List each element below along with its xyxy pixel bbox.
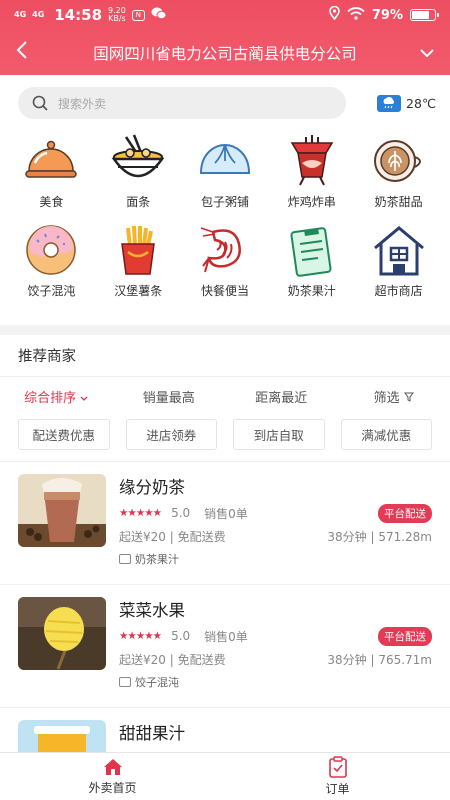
notification-icon: N: [131, 9, 145, 21]
category-noodles[interactable]: 面条: [95, 133, 182, 210]
category-grid: 美食 面条 包子粥铺 炸鸡炸串 奶茶甜品 饺子混沌 汉堡薯条 快餐便当 奶茶果汁…: [0, 123, 450, 299]
search-placeholder: 搜索外卖: [58, 96, 107, 111]
dropdown-button[interactable]: [408, 43, 434, 62]
signal-indicator-1: 4G: [14, 10, 27, 19]
category-juice[interactable]: 奶茶果汁: [268, 222, 355, 299]
sales-count: 销售0单: [204, 506, 248, 521]
chevron-left-icon: [16, 41, 27, 59]
search-icon: [32, 95, 48, 111]
category-fast-food[interactable]: 快餐便当: [182, 222, 269, 299]
nav-home[interactable]: 外卖首页: [0, 753, 225, 800]
location-icon: [329, 5, 340, 24]
rating-stars: ★★★★★: [119, 507, 162, 519]
cloche-icon: [25, 140, 78, 178]
rating-score: 5.0: [171, 629, 191, 643]
network-speed: 9.20 KB/s: [108, 6, 126, 23]
temperature: 28℃: [406, 95, 436, 111]
store-tag-icon: [119, 554, 131, 564]
nav-orders[interactable]: 订单: [225, 753, 450, 800]
house-icon: [373, 226, 424, 276]
min-order: 起送¥20 | 免配送费: [119, 529, 226, 544]
shrimp-icon: [200, 227, 241, 273]
fried-chicken-icon: [290, 135, 334, 186]
clipboard-icon: [290, 227, 332, 277]
sort-bar: 综合排序 销量最高 距离最近 筛选: [0, 377, 450, 415]
category-food[interactable]: 美食: [8, 133, 95, 210]
category-burgers[interactable]: 汉堡薯条: [95, 222, 182, 299]
header: 国网四川省电力公司古蔺县供电分公司: [0, 30, 450, 75]
shop-thumbnail: [18, 474, 106, 547]
signal-indicator-2: 4G: [32, 10, 45, 19]
latte-icon: [373, 140, 421, 182]
top-bar: 4G 4G 14:58 9.20 KB/s N 79% 国网四川省电力公司古蔺县…: [0, 0, 450, 75]
category-supermarket[interactable]: 超市商店: [355, 222, 442, 299]
sort-distance[interactable]: 距离最近: [225, 387, 338, 406]
search-input[interactable]: 搜索外卖: [18, 87, 346, 119]
shop-thumbnail: [18, 597, 106, 670]
rating-score: 5.0: [171, 506, 191, 520]
shop-card[interactable]: 缘分奶茶 ★★★★★ 5.0 销售0单 平台配送 起送¥20 | 免配送费 38…: [0, 461, 450, 584]
status-bar: 4G 4G 14:58 9.20 KB/s N 79%: [0, 0, 450, 30]
shop-card[interactable]: 菜菜水果 ★★★★★ 5.0 销售0单 平台配送 起送¥20 | 免配送费 38…: [0, 584, 450, 707]
rating-stars: ★★★★★: [119, 630, 162, 642]
chip-delivery-discount[interactable]: 配送费优惠: [18, 419, 110, 450]
wifi-icon: [347, 6, 365, 24]
shop-category-tag: 饺子混沌: [135, 676, 179, 689]
section-divider: [0, 325, 450, 335]
page-title[interactable]: 国网四川省电力公司古蔺县供电分公司: [42, 42, 408, 64]
delivery-distance: 38分钟 | 571.28m: [327, 529, 432, 544]
shop-name: 缘分奶茶: [119, 478, 185, 497]
section-title: 推荐商家: [0, 335, 450, 377]
chevron-down-icon: [80, 396, 88, 401]
home-icon: [103, 759, 122, 775]
battery-icon: [410, 9, 439, 21]
wechat-icon: [151, 7, 167, 24]
delivery-distance: 38分钟 | 765.71m: [327, 652, 432, 667]
bun-icon: [199, 143, 250, 174]
category-dumplings[interactable]: 饺子混沌: [8, 222, 95, 299]
category-fried-chicken[interactable]: 炸鸡炸串: [268, 133, 355, 210]
shop-name: 菜菜水果: [119, 601, 185, 620]
store-tag-icon: [119, 677, 131, 687]
delivery-badge: 平台配送: [378, 503, 432, 523]
sort-sales[interactable]: 销量最高: [113, 387, 226, 406]
category-buns[interactable]: 包子粥铺: [182, 133, 269, 210]
donut-icon: [26, 225, 77, 275]
shop-category-tag: 奶茶果汁: [135, 553, 179, 566]
fries-icon: [121, 225, 156, 275]
chip-coupon[interactable]: 进店领券: [125, 419, 217, 450]
rain-cloud-icon: [377, 94, 402, 112]
order-clipboard-icon: [328, 756, 347, 778]
search-row: 搜索外卖 28℃: [0, 75, 450, 123]
clock: 14:58: [54, 6, 103, 24]
bottom-nav: 外卖首页 订单: [0, 752, 450, 800]
weather-widget: 28℃: [377, 94, 436, 112]
chevron-down-icon: [420, 49, 434, 58]
back-button[interactable]: [16, 40, 42, 65]
min-order: 起送¥20 | 免配送费: [119, 652, 226, 667]
sort-filter[interactable]: 筛选: [338, 387, 450, 406]
battery-percent: 79%: [371, 7, 403, 23]
sort-comprehensive[interactable]: 综合排序: [0, 387, 113, 406]
chip-pickup[interactable]: 到店自取: [233, 419, 325, 450]
chip-full-reduction[interactable]: 满减优惠: [340, 419, 432, 450]
noodle-bowl-icon: [111, 134, 165, 178]
shop-name: 甜甜果汁: [119, 724, 185, 743]
delivery-badge: 平台配送: [378, 626, 432, 646]
category-milk-tea[interactable]: 奶茶甜品: [355, 133, 442, 210]
filter-icon: [403, 392, 414, 402]
sales-count: 销售0单: [204, 629, 248, 644]
filter-chips: 配送费优惠 进店领券 到店自取 满减优惠: [0, 415, 450, 455]
